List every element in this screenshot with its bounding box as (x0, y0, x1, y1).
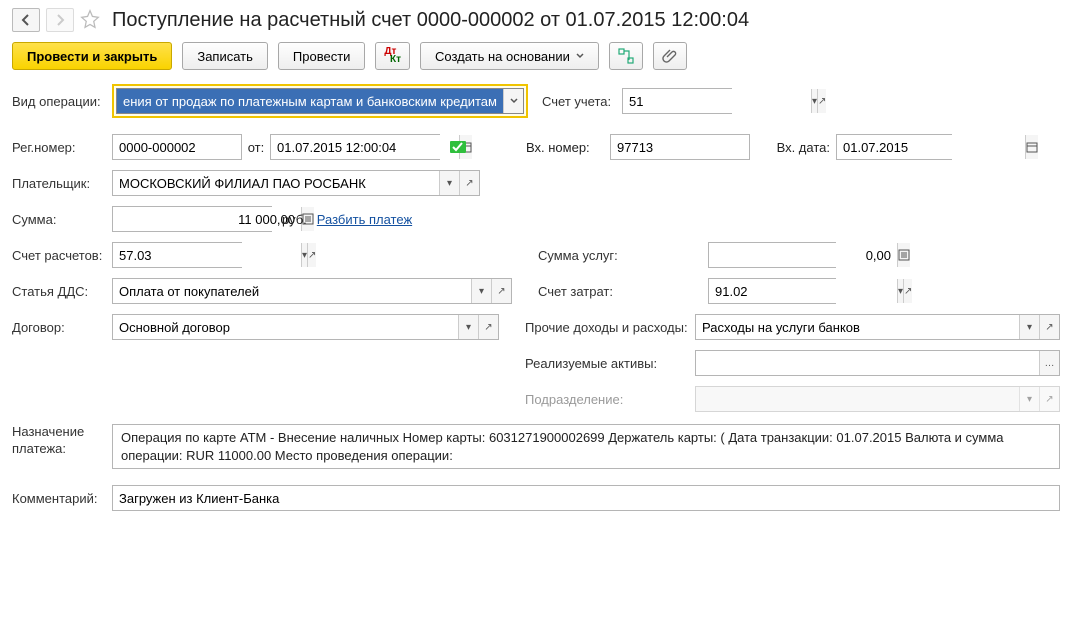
currency-label: руб. (282, 212, 307, 227)
contract-label: Договор: (12, 320, 112, 335)
other-inc-exp-open-button[interactable]: ↗ (1039, 315, 1059, 339)
op-type-dropdown-button[interactable] (503, 89, 523, 113)
assets-input[interactable] (696, 351, 1039, 375)
other-inc-exp-input[interactable] (696, 315, 1019, 339)
in-date-input[interactable] (837, 135, 1025, 159)
purpose-textarea[interactable]: Операция по карте ATM - Внесение наличны… (112, 424, 1060, 469)
contract-dropdown-button[interactable]: ▾ (458, 315, 478, 339)
nav-back-button[interactable] (12, 8, 40, 32)
payer-input[interactable] (113, 171, 439, 195)
dds-input[interactable] (113, 279, 471, 303)
division-input (696, 387, 1019, 411)
dtkt-button[interactable]: Дт Кт (375, 42, 410, 70)
in-no-input[interactable] (610, 134, 750, 160)
in-date-label: Вх. дата: (760, 140, 830, 155)
chevron-down-icon (576, 52, 584, 60)
comment-input[interactable] (112, 485, 1060, 511)
cost-acc-label: Счет затрат: (538, 284, 708, 299)
in-no-label: Вх. номер: (526, 140, 606, 155)
split-payment-link[interactable]: Разбить платеж (317, 212, 412, 227)
division-label: Подразделение: (525, 392, 695, 407)
settle-acc-input[interactable] (113, 243, 301, 267)
division-open-button: ↗ (1039, 387, 1059, 411)
create-based-button[interactable]: Создать на основании (420, 42, 599, 70)
calendar-icon (1026, 141, 1038, 153)
nav-forward-button[interactable] (46, 8, 74, 32)
sum-label: Сумма: (12, 212, 112, 227)
dds-label: Статья ДДС: (12, 284, 112, 299)
assets-more-button[interactable]: … (1039, 351, 1059, 375)
settle-acc-open-button[interactable]: ↗ (307, 243, 316, 267)
in-date-calendar-button[interactable] (1025, 135, 1038, 159)
services-sum-input[interactable] (709, 243, 897, 267)
op-type-label: Вид операции: (12, 94, 112, 109)
services-sum-label: Сумма услуг: (538, 248, 708, 263)
comment-label: Комментарий: (12, 491, 112, 506)
dds-dropdown-button[interactable]: ▾ (471, 279, 491, 303)
dds-open-button[interactable]: ↗ (491, 279, 511, 303)
save-button[interactable]: Записать (182, 42, 268, 70)
chevron-down-icon (510, 97, 518, 105)
division-dropdown-button: ▾ (1019, 387, 1039, 411)
cost-acc-input[interactable] (709, 279, 897, 303)
reg-no-input[interactable] (112, 134, 242, 160)
payer-label: Плательщик: (12, 176, 112, 191)
calculator-icon (898, 249, 910, 261)
cost-acc-open-button[interactable]: ↗ (903, 279, 912, 303)
ok-flag-icon[interactable] (450, 141, 466, 153)
toolbar: Провести и закрыть Записать Провести Дт … (12, 42, 1060, 70)
settle-acc-label: Счет расчетов: (12, 248, 112, 263)
star-icon[interactable] (80, 9, 100, 32)
contract-input[interactable] (113, 315, 458, 339)
account-open-button[interactable]: ↗ (817, 89, 826, 113)
from-label: от: (242, 140, 270, 155)
payer-dropdown-button[interactable]: ▾ (439, 171, 459, 195)
top-nav: Поступление на расчетный счет 0000-00000… (12, 8, 1060, 32)
arrow-right-icon (54, 14, 66, 26)
date-input[interactable] (271, 135, 459, 159)
create-based-label: Создать на основании (435, 49, 570, 64)
post-button[interactable]: Провести (278, 42, 366, 70)
sum-input[interactable] (113, 207, 301, 231)
assets-label: Реализуемые активы: (525, 356, 695, 371)
services-sum-calc-button[interactable] (897, 243, 910, 267)
contract-open-button[interactable]: ↗ (478, 315, 498, 339)
reg-no-label: Рег.номер: (12, 140, 112, 155)
account-input[interactable] (623, 89, 811, 113)
structure-button[interactable] (609, 42, 643, 70)
payer-open-button[interactable]: ↗ (459, 171, 479, 195)
account-label: Счет учета: (542, 94, 622, 109)
arrow-left-icon (20, 14, 32, 26)
op-type-highlight (112, 84, 528, 118)
attach-button[interactable] (653, 42, 687, 70)
dtkt-icon: Дт Кт (384, 48, 401, 64)
purpose-label: Назначение платежа: (12, 424, 112, 458)
op-type-select[interactable] (117, 89, 503, 113)
other-inc-exp-label: Прочие доходы и расходы: (525, 320, 695, 335)
page-title: Поступление на расчетный счет 0000-00000… (112, 9, 749, 32)
paperclip-icon (662, 48, 678, 64)
structure-icon (618, 48, 634, 64)
post-and-close-button[interactable]: Провести и закрыть (12, 42, 172, 70)
other-inc-exp-dropdown-button[interactable]: ▾ (1019, 315, 1039, 339)
form-area: Вид операции: Счет учета: ▾ ↗ Рег.номер:… (12, 84, 1060, 515)
